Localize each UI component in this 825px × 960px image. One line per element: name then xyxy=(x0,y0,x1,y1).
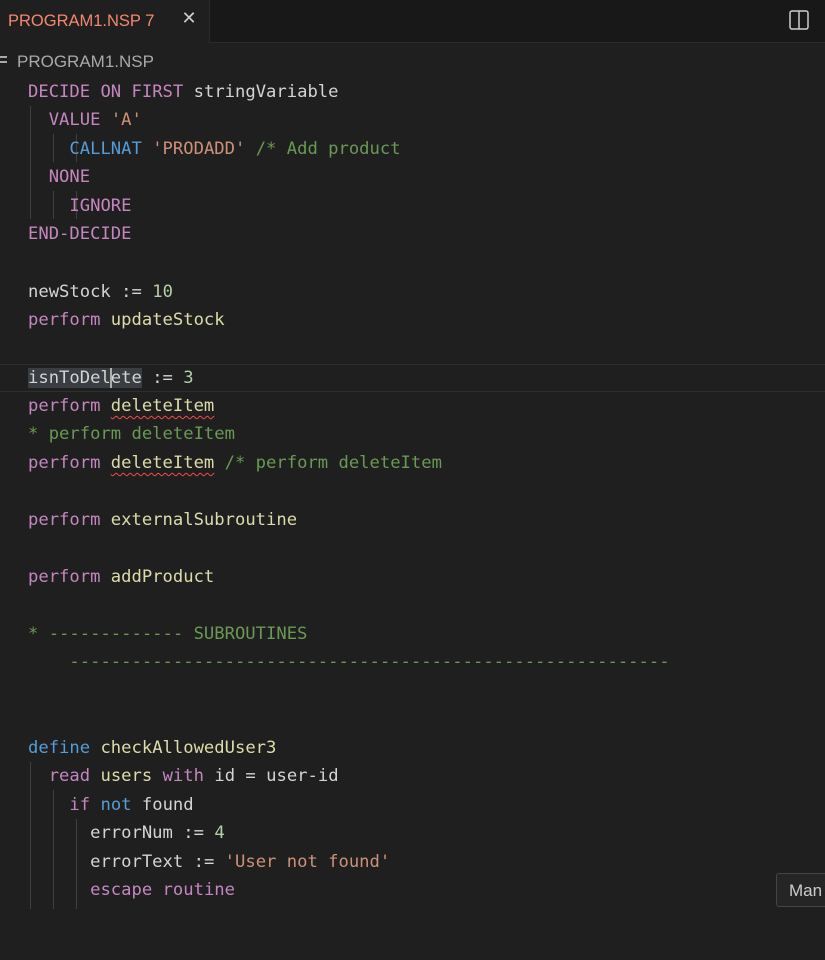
code-line: escape routine xyxy=(90,880,235,900)
code-line: DECIDE ON FIRST stringVariable xyxy=(28,82,339,102)
code-line: perform deleteItem /* perform deleteItem xyxy=(28,453,442,473)
code-line: ----------------------------------------… xyxy=(69,652,670,672)
breadcrumb[interactable]: PROGRAM1.NSP xyxy=(0,48,825,76)
code-line: read users with id = user-id xyxy=(48,766,339,786)
tab-title: PROGRAM1.NSP 7 xyxy=(8,12,155,30)
code-line: errorText := 'User not found' xyxy=(90,852,391,872)
breadcrumb-file[interactable]: PROGRAM1.NSP xyxy=(17,52,154,72)
notification-button[interactable]: Man xyxy=(776,873,825,907)
code-line: VALUE 'A' xyxy=(48,110,142,130)
code-line: perform deleteItem xyxy=(28,396,215,416)
tab-program1[interactable]: PROGRAM1.NSP 7 ✕ xyxy=(0,0,210,43)
code-line: define checkAllowedUser3 xyxy=(28,738,277,758)
code-line: perform updateStock xyxy=(28,310,225,330)
code-line: newStock := 10 xyxy=(28,282,173,302)
code-line: CALLNAT 'PRODADD' /* Add product xyxy=(69,139,401,159)
code-line: END-DECIDE xyxy=(28,224,132,244)
code-line: IGNORE xyxy=(69,196,132,216)
code-line: if not found xyxy=(69,795,194,815)
split-editor-icon[interactable] xyxy=(788,9,810,31)
code-line: perform addProduct xyxy=(28,567,215,587)
code-line: * ------------- SUBROUTINES xyxy=(28,624,308,644)
code-line: errorNum := 4 xyxy=(90,823,225,843)
current-line: isnToDelete := 3 xyxy=(0,364,825,392)
symbol-file-icon xyxy=(0,53,7,69)
close-icon[interactable]: ✕ xyxy=(178,8,200,30)
code-editor[interactable]: DECIDE ON FIRST stringVariable VALUE 'A'… xyxy=(0,78,825,909)
code-line: NONE xyxy=(48,167,91,187)
code-line: * perform deleteItem xyxy=(28,424,235,444)
error-squiggle: deleteItem xyxy=(110,453,215,473)
error-squiggle: deleteItem xyxy=(110,396,215,416)
code-line: perform externalSubroutine xyxy=(28,510,298,530)
tab-bar: PROGRAM1.NSP 7 ✕ xyxy=(0,0,825,43)
